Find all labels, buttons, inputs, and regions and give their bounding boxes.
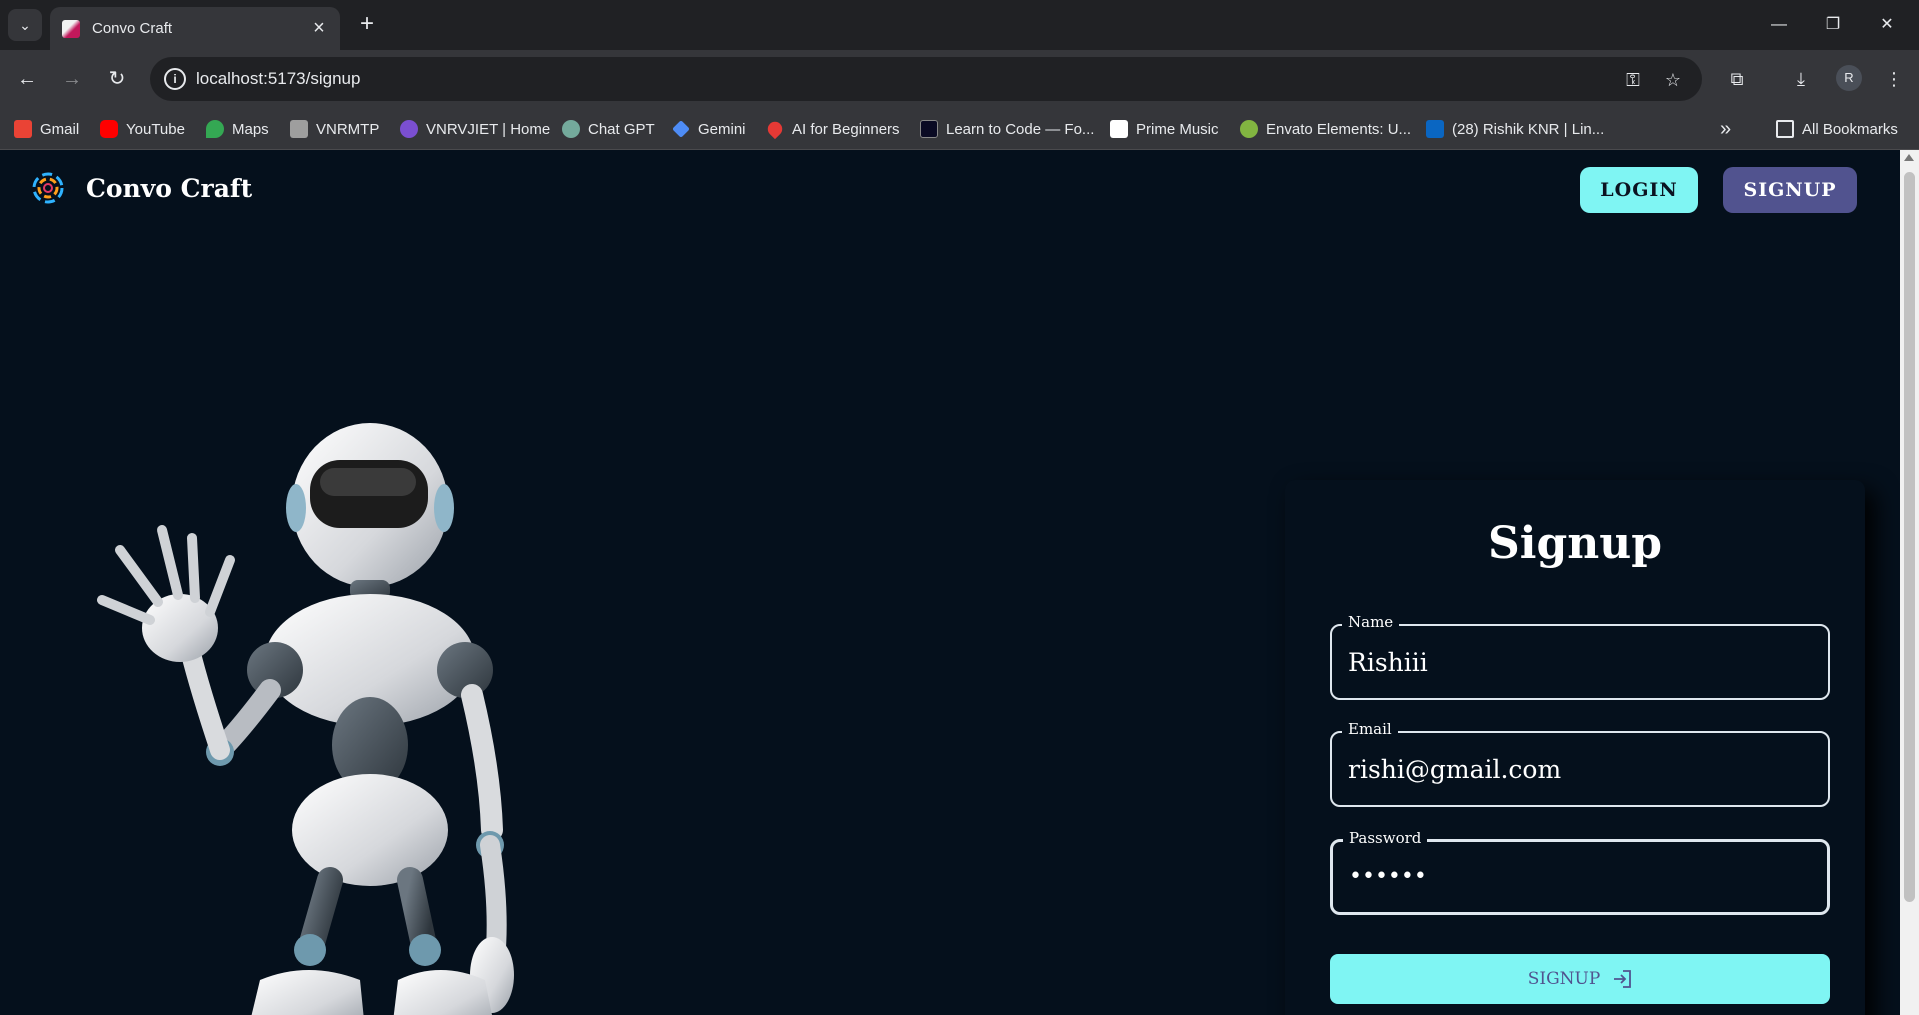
password-input[interactable]: ••••••: [1349, 864, 1427, 889]
back-icon[interactable]: ←: [12, 64, 42, 94]
url-text[interactable]: localhost:5173/signup: [196, 69, 360, 89]
gemini-icon: [672, 120, 690, 138]
tab-title: Convo Craft: [92, 20, 173, 37]
brand-name[interactable]: Convo Craft: [86, 174, 252, 203]
all-bookmarks[interactable]: All Bookmarks: [1776, 118, 1898, 140]
minimize-icon[interactable]: —: [1752, 8, 1806, 42]
email-input[interactable]: rishi@gmail.com: [1348, 755, 1561, 784]
menu-kebab-icon[interactable]: ⋮: [1879, 64, 1909, 94]
name-input[interactable]: Rishiii: [1348, 648, 1428, 677]
new-tab-button[interactable]: +: [352, 10, 382, 40]
envato-icon: [1240, 120, 1258, 138]
bookmark-ai-beginners[interactable]: AI for Beginners: [764, 118, 900, 140]
bookmarks-bar: Gmail YouTube Maps VNRMTP VNRVJIET | Hom…: [0, 108, 1919, 150]
scroll-thumb[interactable]: [1904, 172, 1915, 902]
signup-submit-button[interactable]: SIGNUP: [1330, 954, 1830, 1004]
tab-search-chevron-icon[interactable]: ⌄: [8, 9, 42, 41]
bookmark-prime-music[interactable]: Prime Music: [1110, 118, 1219, 140]
password-field-label: Password: [1343, 829, 1428, 847]
amazon-icon: [1110, 120, 1128, 138]
page-scrollbar[interactable]: [1900, 150, 1919, 1015]
bookmark-chatgpt[interactable]: Chat GPT: [562, 118, 655, 140]
bookmark-freecodecamp[interactable]: Learn to Code — Fo...: [920, 118, 1094, 140]
freecodecamp-icon: [920, 120, 938, 138]
gmail-icon: [14, 120, 32, 138]
forward-icon[interactable]: →: [57, 64, 87, 94]
extensions-icon[interactable]: ⧉: [1722, 64, 1752, 94]
profile-avatar[interactable]: R: [1836, 65, 1862, 91]
youtube-icon: [100, 120, 118, 138]
login-arrow-icon: [1614, 970, 1632, 988]
email-field[interactable]: Email rishi@gmail.com: [1330, 720, 1830, 807]
bookmark-envato[interactable]: Envato Elements: U...: [1240, 118, 1411, 140]
bookmark-gmail[interactable]: Gmail: [14, 118, 79, 140]
password-field[interactable]: Password ••••••: [1330, 829, 1830, 915]
bookmark-youtube[interactable]: YouTube: [100, 118, 185, 140]
vnrmtp-icon: [290, 120, 308, 138]
robot-illustration: [97, 423, 514, 1015]
name-field-label: Name: [1342, 613, 1400, 631]
bookmarks-overflow-icon[interactable]: »: [1720, 118, 1731, 140]
bookmark-gemini[interactable]: Gemini: [672, 118, 746, 140]
browser-tab[interactable]: Convo Craft ×: [50, 7, 340, 50]
page-viewport: Convo Craft LOGIN SIGNUP Signup Name Ris…: [0, 150, 1900, 1015]
bookmark-maps[interactable]: Maps: [206, 118, 269, 140]
browser-toolbar: ← → ↻ i localhost:5173/signup ⚿ ☆ ⧉ ⤓ R …: [0, 50, 1919, 108]
bookmark-vnrvjiet[interactable]: VNRVJIET | Home: [400, 118, 550, 140]
restore-icon[interactable]: ❐: [1806, 8, 1860, 42]
bookmark-star-icon[interactable]: ☆: [1660, 67, 1686, 93]
folder-icon: [1776, 120, 1794, 138]
browser-tab-bar: ⌄ Convo Craft × + — ❐ ✕: [0, 0, 1919, 50]
maps-icon: [206, 120, 224, 138]
name-field[interactable]: Name Rishiii: [1330, 613, 1830, 700]
login-button[interactable]: LOGIN: [1580, 167, 1698, 213]
download-icon[interactable]: ⤓: [1786, 64, 1816, 94]
reload-icon[interactable]: ↻: [102, 64, 132, 94]
signup-submit-label: SIGNUP: [1527, 969, 1601, 989]
heart-icon: [764, 118, 786, 140]
close-window-icon[interactable]: ✕: [1860, 8, 1914, 42]
scroll-up-icon[interactable]: [1904, 154, 1914, 161]
vnrvjiet-icon: [400, 120, 418, 138]
bookmark-vnrmtp[interactable]: VNRMTP: [290, 118, 379, 140]
signup-nav-button[interactable]: SIGNUP: [1723, 167, 1857, 213]
address-bar[interactable]: i localhost:5173/signup ⚿ ☆: [150, 57, 1702, 101]
site-info-icon[interactable]: i: [164, 68, 186, 90]
tab-favicon-icon: [62, 19, 80, 38]
email-field-label: Email: [1342, 720, 1398, 738]
tab-close-icon[interactable]: ×: [306, 17, 332, 40]
convo-craft-logo-icon: [32, 172, 64, 204]
chatgpt-icon: [562, 120, 580, 138]
password-key-icon[interactable]: ⚿: [1620, 67, 1646, 93]
bookmark-linkedin[interactable]: (28) Rishik KNR | Lin...: [1426, 118, 1604, 140]
linkedin-icon: [1426, 120, 1444, 138]
form-title: Signup: [1487, 518, 1662, 569]
signup-form-card: Signup Name Rishiii Email rishi@gmail.co…: [1285, 480, 1865, 1015]
